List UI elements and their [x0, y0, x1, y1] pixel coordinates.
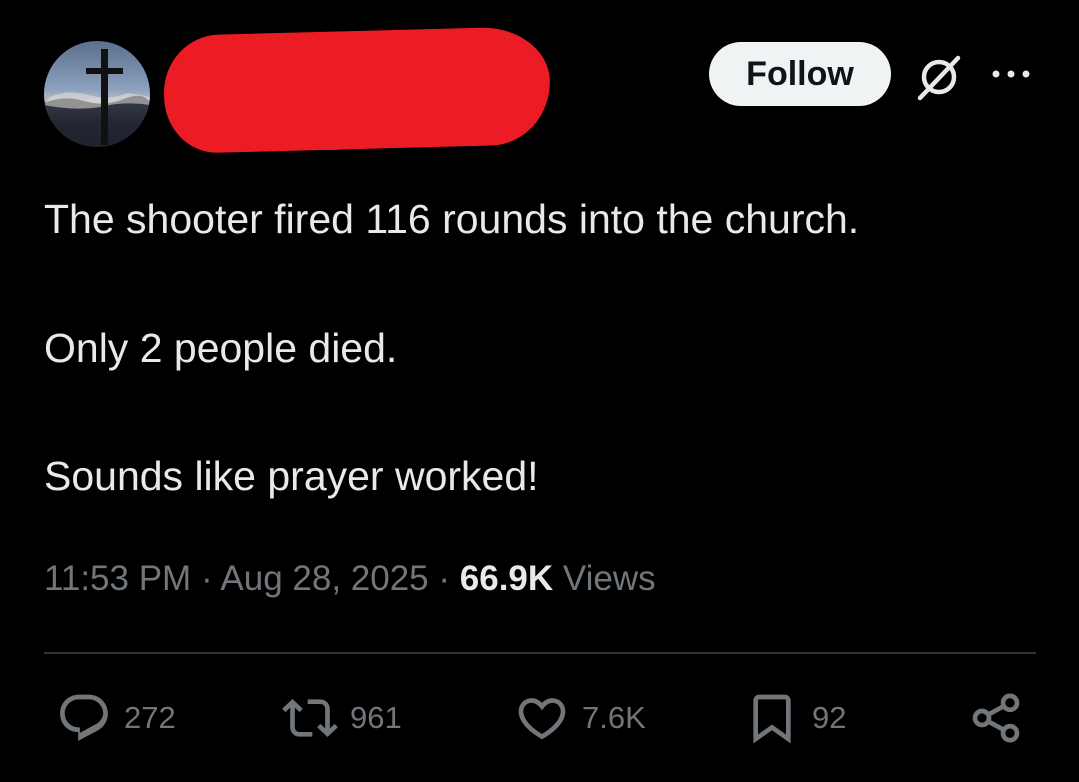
- follow-button[interactable]: Follow: [709, 42, 891, 106]
- grok-icon[interactable]: [912, 50, 966, 104]
- cross-icon: [44, 49, 150, 147]
- more-icon[interactable]: [990, 66, 1032, 82]
- tweet-meta: 11:53 PM · Aug 28, 2025 · 66.9K Views: [44, 556, 656, 602]
- bookmark-icon: [753, 694, 791, 744]
- like-count: 7.6K: [582, 700, 646, 735]
- meta-separator: ·: [438, 559, 451, 598]
- bookmark-button[interactable]: 92: [744, 690, 846, 746]
- redaction-mark-tail: [222, 96, 362, 150]
- heart-icon: [518, 698, 566, 740]
- repost-icon: [282, 699, 338, 737]
- divider: [44, 652, 1036, 654]
- views-count: 66.9K: [459, 559, 554, 598]
- repost-count: 961: [350, 700, 402, 735]
- reply-button[interactable]: 272: [56, 690, 176, 746]
- tweet-text-line: Only 2 people died.: [44, 325, 398, 371]
- like-button[interactable]: 7.6K: [514, 690, 646, 746]
- tweet-date[interactable]: Aug 28, 2025: [220, 559, 428, 598]
- tweet-text-line: Sounds like prayer worked!: [44, 453, 539, 499]
- reply-count: 272: [124, 700, 176, 735]
- avatar[interactable]: [44, 41, 150, 147]
- views-label: Views: [562, 559, 656, 598]
- meta-separator: ·: [200, 559, 213, 598]
- share-icon: [972, 693, 1020, 743]
- repost-button[interactable]: 961: [282, 690, 402, 746]
- share-button[interactable]: [968, 690, 1024, 746]
- bookmark-count: 92: [812, 700, 847, 735]
- tweet-text-line: The shooter fired 116 rounds into the ch…: [44, 196, 860, 242]
- reply-icon: [60, 694, 108, 741]
- tweet-time[interactable]: 11:53 PM: [44, 559, 191, 598]
